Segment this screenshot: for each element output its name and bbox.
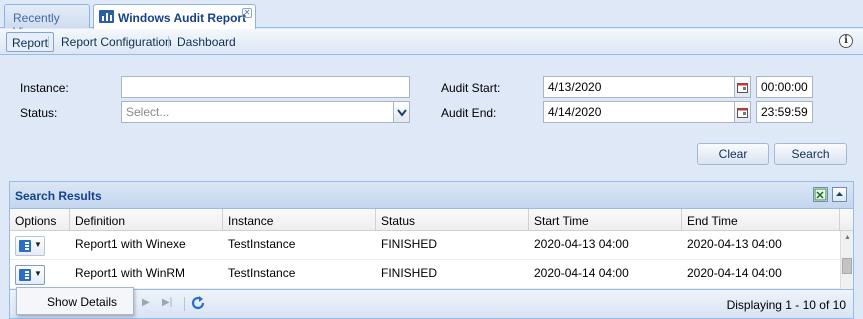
status-label: Status:	[20, 106, 58, 120]
info-icon[interactable]: i	[839, 34, 853, 48]
options-menu-icon	[19, 240, 31, 252]
audit-start-time-input[interactable]: 00:00:00	[756, 76, 813, 98]
search-results-panel: Search Results Options Definition Instan…	[9, 181, 854, 319]
calendar-icon	[737, 83, 748, 93]
audit-end-date-input[interactable]: 4/14/2020	[543, 101, 735, 123]
toolbar-report-button[interactable]: Report	[6, 32, 55, 52]
column-status[interactable]: Status	[376, 209, 529, 231]
audit-end-calendar-trigger[interactable]	[734, 101, 751, 123]
pager-separator	[184, 297, 185, 311]
options-menu-icon	[19, 269, 31, 281]
chevron-down-icon: ▼	[34, 269, 42, 278]
row-options-menu: Show Details	[16, 287, 134, 315]
next-page-icon[interactable]: ▶	[142, 297, 150, 308]
cell-start-time: 2020-04-13 04:00	[534, 237, 629, 251]
clear-button[interactable]: Clear	[697, 143, 769, 165]
calendar-icon	[737, 108, 748, 118]
scroll-up-arrow-icon[interactable]: ▲	[844, 234, 851, 241]
chevron-down-icon: ▼	[34, 240, 42, 249]
cell-definition: Report1 with Winexe	[75, 237, 186, 251]
toolbar: Report Report Configuration Dashboard	[0, 29, 863, 55]
scrollbar-thumb[interactable]	[842, 258, 852, 274]
instance-label: Instance:	[20, 81, 69, 95]
search-results-header: Search Results	[10, 182, 853, 209]
paging-info: Displaying 1 - 10 of 10	[726, 298, 846, 312]
row-options-button[interactable]: ▼	[15, 265, 45, 285]
vertical-scrollbar[interactable]: ▲	[840, 231, 853, 289]
cell-end-time: 2020-04-14 04:00	[687, 266, 782, 280]
report-icon	[99, 10, 114, 23]
cell-start-time: 2020-04-14 04:00	[534, 266, 629, 280]
toolbar-report-configuration-button[interactable]: Report Configuration	[56, 32, 177, 52]
audit-start-label: Audit Start:	[441, 81, 501, 95]
toolbar-separator	[48, 36, 49, 48]
cell-end-time: 2020-04-13 04:00	[687, 237, 782, 251]
audit-start-calendar-trigger[interactable]	[734, 76, 751, 98]
audit-start-date-input[interactable]: 4/13/2020	[543, 76, 735, 98]
row-options-button[interactable]: ▼	[15, 236, 45, 256]
instance-input[interactable]	[121, 76, 410, 98]
grid-column-headers: Options Definition Instance Status Start…	[10, 209, 853, 231]
cell-instance: TestInstance	[228, 266, 296, 280]
menu-item-show-details[interactable]: Show Details	[47, 295, 117, 309]
toolbar-separator	[168, 36, 169, 48]
refresh-icon[interactable]	[190, 295, 206, 314]
tab-label: Windows Audit Report	[118, 11, 247, 25]
column-end-time[interactable]: End Time	[682, 209, 840, 231]
cell-definition: Report1 with WinRM	[75, 266, 186, 280]
search-button[interactable]: Search	[774, 143, 847, 165]
collapse-icon[interactable]	[832, 187, 847, 202]
tab-recently-view[interactable]: Recently View	[4, 4, 90, 39]
chevron-down-icon	[396, 109, 407, 117]
column-definition[interactable]: Definition	[70, 209, 223, 231]
table-row[interactable]: ▼ Report1 with WinRM TestInstance FINISH…	[10, 260, 840, 289]
cell-status: FINISHED	[381, 237, 438, 251]
column-instance[interactable]: Instance	[223, 209, 376, 231]
cell-instance: TestInstance	[228, 237, 296, 251]
cell-status: FINISHED	[381, 266, 438, 280]
last-page-icon[interactable]: ▶|	[162, 297, 172, 308]
toolbar-dashboard-button[interactable]: Dashboard	[172, 32, 241, 52]
export-excel-icon[interactable]	[813, 187, 828, 202]
tab-windows-audit-report[interactable]: Windows Audit Report ✕	[93, 4, 256, 29]
close-icon[interactable]: ✕	[242, 8, 252, 18]
audit-end-label: Audit End:	[441, 106, 497, 120]
column-options[interactable]: Options	[10, 209, 70, 231]
audit-end-time-input[interactable]: 23:59:59	[756, 101, 813, 123]
column-start-time[interactable]: Start Time	[529, 209, 682, 231]
tab-bar: Recently View Windows Audit Report ✕	[0, 0, 863, 39]
search-results-title: Search Results	[15, 189, 102, 203]
status-select[interactable]: Select...	[121, 101, 394, 123]
paging-toolbar: ▶ ▶| Displaying 1 - 10 of 10	[10, 289, 853, 318]
table-row[interactable]: ▼ Report1 with Winexe TestInstance FINIS…	[10, 231, 840, 260]
status-dropdown-trigger[interactable]	[393, 101, 410, 123]
